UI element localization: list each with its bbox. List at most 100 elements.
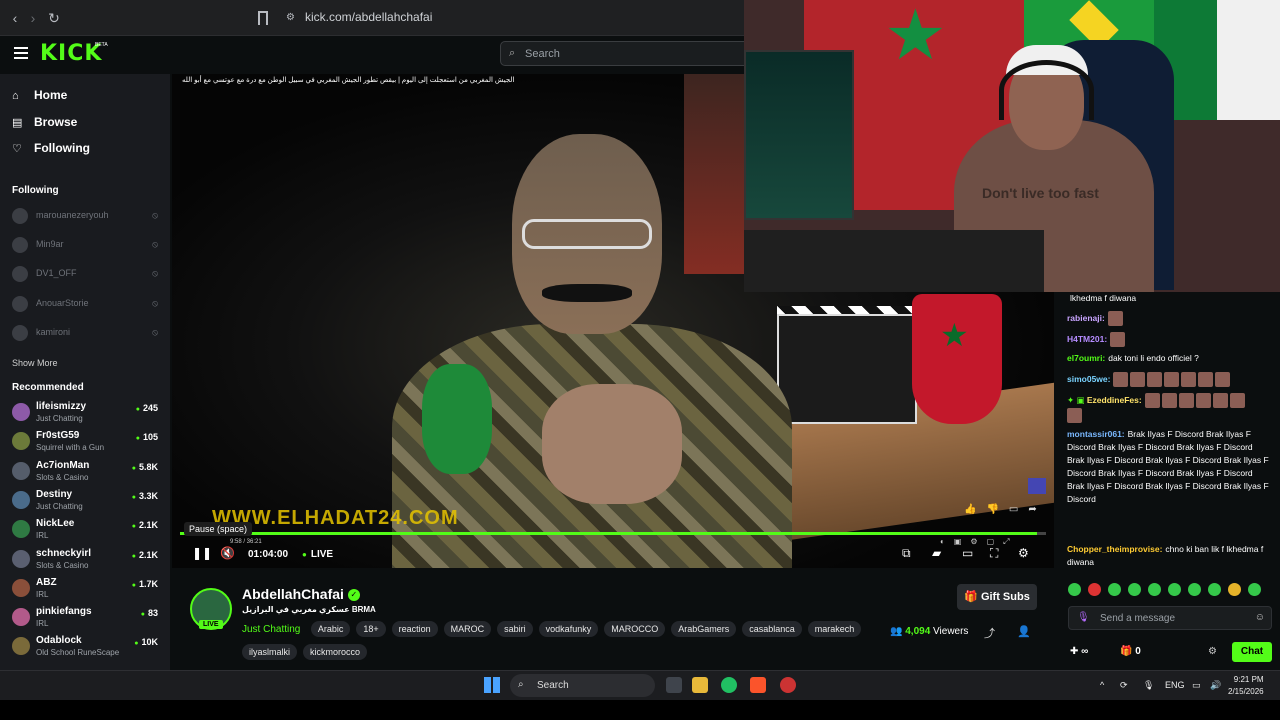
chat-input[interactable]: 🎙 Send a message ☺ [1068,606,1272,630]
clip-icon[interactable]: ▰ [932,546,941,560]
stream-tag[interactable]: vodkafunky [538,621,599,637]
channel-name: Min9ar [36,239,64,249]
recommended-channel[interactable]: NickLeeIRL 2.1K [12,518,162,546]
stream-tag[interactable]: 18+ [356,621,386,637]
streamer-name[interactable]: AbdellahChafai ✓ [242,586,360,602]
file-explorer-icon[interactable] [692,677,708,693]
reload-icon[interactable]: ↻ [45,9,63,27]
chat-send-button[interactable]: Chat [1232,642,1272,662]
stream-tag[interactable]: Arabic [310,621,351,637]
emote-bar[interactable] [1068,583,1268,601]
like-icon[interactable]: 👍 [964,504,976,515]
points-display[interactable]: ✚ ∞ [1070,646,1088,657]
search-input[interactable]: ⌕ Search [500,41,750,66]
recommended-channel[interactable]: Fr0stG59Squirrel with a Gun 105 [12,430,162,458]
avatar [12,296,28,312]
stream-tag[interactable]: sabiri [497,621,533,637]
sidebar-item-label: Home [34,88,68,102]
forward-icon[interactable]: › [24,9,42,27]
gaming-pc [744,50,854,220]
stream-tag[interactable]: MAROC [443,621,492,637]
channel-category: Slots & Casino [36,472,89,482]
following-channel[interactable]: DV1_OFF ⦸ [12,264,162,284]
show-more-link[interactable]: Show More [12,358,58,368]
theater-icon[interactable]: ▭ [962,546,973,560]
tray-app-icon[interactable]: ⟳ [1120,680,1128,691]
recommended-channel[interactable]: schneckyirlSlots & Casino 2.1K [12,548,162,576]
comment-icon[interactable]: ▭ [1009,504,1018,515]
whatsapp-icon[interactable] [721,677,737,693]
stream-tag[interactable]: marakech [807,621,862,637]
site-info-icon[interactable]: ⚙ [286,12,298,24]
emoji-icon[interactable]: ☺ [1255,612,1265,623]
recommended-channel[interactable]: DestinyJust Chatting 3.3K [12,489,162,517]
pause-button[interactable]: ❚❚ [192,546,212,560]
windows-start-icon[interactable] [484,677,500,693]
channel-category: Old School RuneScape [36,648,120,658]
sidebar-item-home[interactable]: ⌂ Home [12,88,67,108]
progress-bar[interactable] [180,532,1046,535]
recommended-channel[interactable]: pinkiefangsIRL 83 [12,606,162,634]
live-indicator[interactable]: LIVE [302,549,333,560]
recommended-channel[interactable]: Ac7ionManSlots & Casino 5.8K [12,460,162,488]
stream-tag[interactable]: kickmorocco [303,644,368,660]
mic-tray-icon[interactable]: 🎙 [1143,680,1154,691]
channel-category: IRL [36,589,49,599]
menu-icon[interactable] [14,47,28,59]
kick-logo[interactable]: KICK [40,41,102,66]
stream-info: LIVE AbdellahChafai ✓ عسكري مغربي في البر… [172,570,1054,670]
mute-icon[interactable]: 🔇 [220,546,235,560]
emote [1110,332,1126,347]
channel-category: Just Chatting [36,501,83,511]
sidebar-item-following[interactable]: ♡ Following [12,141,90,161]
pip-icon[interactable]: ⧉ [902,546,911,561]
viewer-count: 10K [134,637,158,647]
stream-tag[interactable]: ilyaslmalki [242,644,298,660]
following-channel[interactable]: kamironi ⦸ [12,323,162,343]
category-link[interactable]: Just Chatting [242,624,300,635]
tray-chevron-icon[interactable]: ^ [1100,680,1104,690]
chat-settings-icon[interactable]: ⚙ [1208,646,1217,657]
stream-tag[interactable]: casablanca [742,621,802,637]
shirt-text: Don't live too fast [982,185,1099,201]
viewer-count: 83 [141,608,158,618]
sidebar-item-browse[interactable]: ▤ Browse [12,115,77,135]
share-icon[interactable]: ⤴ [984,625,995,641]
search-icon: ⌕ [518,679,524,690]
following-channel[interactable]: marouanezeryouh ⦸ [12,206,162,226]
dislike-icon[interactable]: 👎 [986,504,998,515]
stream-tag[interactable]: reaction [391,621,438,637]
volume-icon[interactable]: 🔊 [1210,680,1221,691]
taskbar-search[interactable]: ⌕ Search [510,674,655,697]
gift-display[interactable]: 🎁 0 [1120,646,1141,657]
recommended-channel[interactable]: lifeismizzy Just Chatting 245 [12,401,162,429]
gift-subs-button[interactable]: 🎁 Gift Subs [957,584,1037,610]
mic-icon[interactable]: 🎙 [1077,612,1090,623]
stream-tag[interactable]: ArabGamers [671,621,737,637]
address-bar[interactable]: kick.com/abdellahchafai [305,10,432,24]
language-indicator[interactable]: ENG [1165,680,1185,690]
channel-name: schneckyirl [36,547,92,559]
task-view-icon[interactable] [666,677,682,693]
bookmark-icon[interactable] [258,11,268,25]
following-channel[interactable]: Min9ar ⦸ [12,235,162,255]
recommended-channel[interactable]: ABZIRL 1.7K [12,577,162,605]
viewer-count: 1.7K [132,579,158,589]
recommended-channel[interactable]: OdablockOld School RuneScape 10K [12,635,162,663]
system-clock[interactable]: 9:21 PM 2/15/2026 [1228,674,1264,698]
following-channel[interactable]: AnouarStorie ⦸ [12,294,162,314]
settings-icon[interactable]: ⚙ [1018,546,1029,560]
app-icon[interactable] [780,677,796,693]
stream-tag[interactable]: MAROCCO [604,621,666,637]
browse-icon: ▤ [12,117,23,129]
fullscreen-icon[interactable]: ⛶ [990,546,998,561]
share-icon[interactable]: ➦ [1028,504,1036,515]
channel-name: NickLee [36,518,75,530]
recommended-title: Recommended [12,382,84,393]
back-icon[interactable]: ‹ [6,9,24,27]
network-icon[interactable]: ▭ [1192,680,1201,691]
viewer-count: 👥 4,094 Viewers [890,626,969,637]
follow-icon[interactable]: 👤 [1017,625,1031,638]
brave-browser-icon[interactable] [750,677,766,693]
channel-category: IRL [36,619,49,629]
